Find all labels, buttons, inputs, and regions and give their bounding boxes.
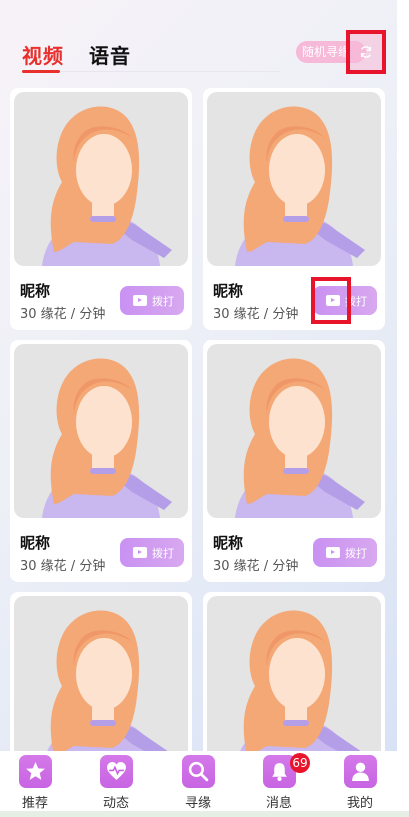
user-price: 30 缘花 / 分钟 [213,307,299,322]
user-card[interactable]: 昵称 30 缘花 / 分钟 拨打 [203,340,385,582]
video-camera-icon [326,547,340,558]
user-price: 30 缘花 / 分钟 [20,307,106,322]
avatar-illustration [42,106,172,266]
avatar-illustration [42,610,172,770]
right-edge [397,0,409,817]
top-bar: 视频 语音 随机寻缘 [0,0,397,80]
nav-mine[interactable]: 我的 [330,755,390,811]
user-card[interactable]: 昵称 30 缘花 / 分钟 拨打 [10,88,192,330]
tab-voice[interactable]: 语音 [89,40,131,69]
user-icon [343,755,377,788]
avatar-photo [14,596,188,770]
avatar-photo [14,92,188,266]
user-card[interactable]: 昵称 30 缘花 / 分钟 拨打 [203,88,385,330]
divider [60,71,280,72]
avatar-illustration [235,358,365,518]
unread-badge: 69 [290,753,310,773]
bottom-edge [0,811,409,817]
avatar-photo [207,344,381,518]
call-label: 拨打 [152,547,174,560]
avatar-illustration [235,106,365,266]
user-card[interactable]: 昵称 30 缘花 / 分钟 拨打 [10,340,192,582]
video-camera-icon [133,295,147,306]
avatar-photo [207,92,381,266]
nav-recommend-label: 推荐 [21,796,48,811]
nav-search-label: 寻缘 [184,796,211,811]
user-nickname: 昵称 [213,534,244,552]
call-label: 拨打 [152,295,174,308]
heart-pulse-icon [99,755,133,788]
call-label: 拨打 [345,547,367,560]
nav-moments-label: 动态 [102,796,129,811]
avatar-photo [14,344,188,518]
nav-moments[interactable]: 动态 [86,755,146,811]
tab-active-indicator [22,70,60,73]
avatar-illustration [235,610,365,770]
video-call-button[interactable]: 拨打 [120,538,184,567]
nav-mine-label: 我的 [346,796,373,811]
video-call-button[interactable]: 拨打 [120,286,184,315]
nav-recommend[interactable]: 推荐 [5,755,65,811]
user-nickname: 昵称 [20,534,51,552]
star-icon [18,755,52,788]
user-price: 30 缘花 / 分钟 [213,559,299,574]
tab-video[interactable]: 视频 [22,40,64,69]
user-price: 30 缘花 / 分钟 [20,559,106,574]
nav-messages-label: 消息 [265,796,292,811]
user-nickname: 昵称 [213,282,244,300]
avatar-illustration [42,358,172,518]
bottom-nav: 推荐 动态 寻缘 消息 我的 [0,751,397,811]
search-icon [181,755,215,788]
video-camera-icon [133,547,147,558]
video-call-button[interactable]: 拨打 [313,538,377,567]
nav-search[interactable]: 寻缘 [168,755,228,811]
highlight-box [311,277,351,324]
refresh-icon [360,46,372,58]
app-window: 视频 语音 随机寻缘 昵称 30 缘花 / 分钟 拨打 昵称 30 缘花 / 分… [0,0,397,817]
avatar-photo [207,596,381,770]
user-nickname: 昵称 [20,282,51,300]
refresh-button[interactable] [346,30,386,74]
